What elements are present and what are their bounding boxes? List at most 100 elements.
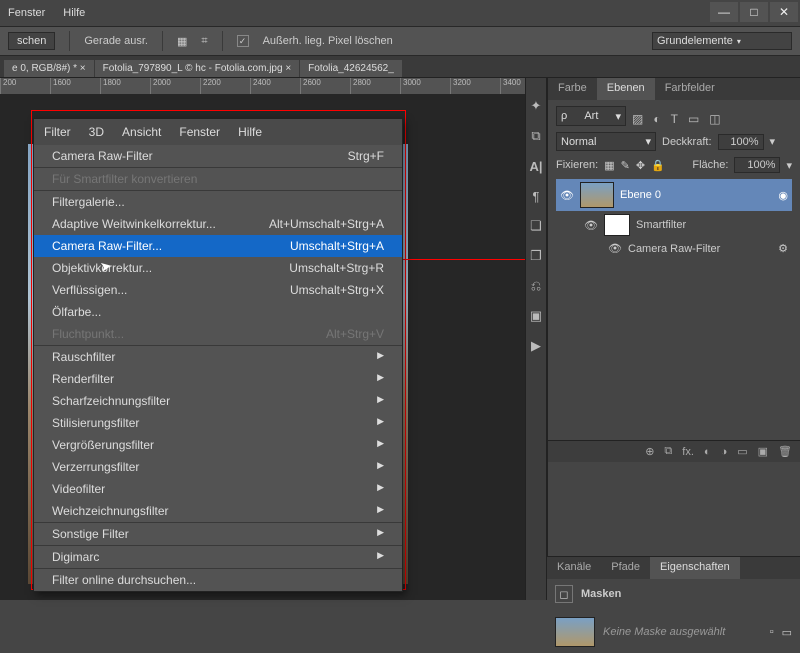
menu-item[interactable]: Adaptive Weitwinkelkorrektur...Alt+Umsch… — [34, 213, 402, 235]
menu-item[interactable]: Stilisierungsfilter▶ — [34, 412, 402, 434]
submenu-filter[interactable]: Filter — [44, 125, 71, 139]
menu-item[interactable]: Videofilter▶ — [34, 478, 402, 500]
para-styles-icon[interactable]: ❐ — [528, 248, 544, 264]
fill-label: Fläche: — [692, 159, 728, 171]
lock-paint-icon[interactable]: ✎ — [621, 159, 630, 172]
trash-icon[interactable]: 🗑 — [778, 445, 792, 458]
filter-icons[interactable]: ▨ ◐ T ▭ ◫ — [632, 112, 721, 126]
lock-label: Fixieren: — [556, 159, 598, 171]
menu-item[interactable]: Rauschfilter▶ — [34, 346, 402, 368]
brush-icon[interactable]: ✦ — [528, 98, 544, 114]
menu-item[interactable]: Weichzeichnungsfilter▶ — [34, 500, 402, 522]
smart-filter-icon[interactable]: ◫ — [709, 112, 720, 126]
adjustment-icon[interactable]: ◑ — [721, 446, 728, 458]
pixel-mask-icon[interactable]: ▫ — [770, 626, 774, 638]
close-button[interactable]: ✕ — [770, 2, 798, 22]
doc-tab[interactable]: e 0, RGB/8#) * × — [4, 60, 94, 77]
filter-options-icon[interactable]: ⚙ — [778, 242, 788, 255]
visibility-icon[interactable]: 👁 — [608, 242, 622, 255]
opacity-label: Deckkraft: — [662, 136, 712, 148]
maximize-button[interactable]: □ — [740, 2, 768, 22]
adjust-filter-icon[interactable]: ◐ — [653, 112, 660, 126]
group-icon[interactable]: ▭ — [737, 445, 747, 458]
menu-item[interactable]: Ölfarbe... — [34, 301, 402, 323]
swatches-icon[interactable]: ⧉ — [528, 128, 544, 144]
overlay-icon[interactable]: ⌗ — [201, 35, 207, 48]
app-menubar: Fenster Hilfe — [0, 0, 800, 26]
submenu-ansicht[interactable]: Ansicht — [122, 125, 161, 139]
menu-item[interactable]: Camera Raw-Filter...Umschalt+Strg+A — [34, 235, 402, 257]
image-filter-icon[interactable]: ▨ — [632, 112, 643, 126]
type-filter-icon[interactable]: T — [671, 112, 678, 126]
char-styles-icon[interactable]: ❏ — [528, 218, 544, 234]
menu-item[interactable]: Camera Raw-FilterStrg+F — [34, 145, 402, 167]
properties-panel: Kanäle Pfade Eigenschaften ◻ Masken Kein… — [547, 556, 800, 600]
tab-kanaele[interactable]: Kanäle — [547, 557, 601, 579]
layers-panel: Farbe Ebenen Farbfelder ρ Art ▾ ▨ ◐ T ▭ … — [547, 78, 800, 600]
menu-item[interactable]: Vergrößerungsfilter▶ — [34, 434, 402, 456]
delete-pixels-label: Außerh. lieg. Pixel löschen — [263, 35, 393, 47]
mask-icon[interactable]: ◐ — [704, 446, 711, 458]
menu-item[interactable]: Objektivkorrektur...Umschalt+Strg+R — [34, 257, 402, 279]
doc-tab[interactable]: Fotolia_42624562_ — [300, 60, 402, 77]
filter-menu-popup: Filter 3D Ansicht Fenster Hilfe Camera Raw-F… — [33, 118, 403, 592]
vector-mask-icon[interactable]: ▭ — [782, 626, 792, 639]
layer-camera-raw-filter[interactable]: 👁 Camera Raw-Filter ⚙ — [556, 239, 792, 258]
workspace-combo[interactable]: Grundelemente▾ — [652, 32, 792, 50]
menu-hilfe[interactable]: Hilfe — [63, 7, 85, 19]
doc-tab[interactable]: Fotolia_797890_L © hc - Fotolia.com.jpg … — [95, 60, 300, 77]
play-icon[interactable]: ▶ — [528, 338, 544, 354]
actions-icon[interactable]: ▣ — [528, 308, 544, 324]
straighten-label[interactable]: Gerade ausr. — [84, 35, 148, 47]
no-mask-text: Keine Maske ausgewählt — [603, 626, 725, 638]
layer-ebene0[interactable]: 👁 Ebene 0 ◉ — [556, 179, 792, 211]
tab-farbfelder[interactable]: Farbfelder — [655, 78, 725, 100]
history-icon[interactable]: ⎌ — [528, 278, 544, 294]
layer-kind-filter[interactable]: ρ Art ▾ — [556, 106, 626, 126]
type-icon[interactable]: A| — [528, 158, 544, 174]
new-layer-icon[interactable]: ▣ — [758, 445, 768, 458]
shape-filter-icon[interactable]: ▭ — [688, 112, 699, 126]
clear-button[interactable]: schen — [8, 32, 55, 50]
visibility-icon[interactable]: 👁 — [584, 219, 598, 232]
tab-pfade[interactable]: Pfade — [601, 557, 650, 579]
layers-footer: ⊕ ⧉ fx. ◐ ◑ ▭ ▣ 🗑 — [548, 440, 800, 462]
menu-item[interactable]: Filtergalerie... — [34, 191, 402, 213]
grid-icon[interactable]: ▦ — [177, 35, 187, 48]
opacity-value[interactable]: 100% — [718, 134, 764, 150]
tab-farbe[interactable]: Farbe — [548, 78, 597, 100]
menu-item[interactable]: Scharfzeichnungsfilter▶ — [34, 390, 402, 412]
minimize-button[interactable]: — — [710, 2, 738, 22]
lock-trans-icon[interactable]: ▦ — [604, 159, 614, 172]
menu-item[interactable]: Renderfilter▶ — [34, 368, 402, 390]
fx-icon[interactable]: fx. — [682, 446, 694, 458]
link-icon[interactable]: ⧉ — [664, 445, 672, 458]
smartobj-icon: ◉ — [778, 189, 788, 202]
mask-thumb — [604, 214, 630, 236]
fill-value[interactable]: 100% — [734, 157, 780, 173]
blend-mode-combo[interactable]: Normal▾ — [556, 132, 656, 151]
menu-item[interactable]: Digimarc▶ — [34, 546, 402, 568]
submenu-fenster[interactable]: Fenster — [179, 125, 220, 139]
lock-all-icon[interactable]: 🔒 — [651, 159, 665, 172]
menu-item[interactable]: Verzerrungsfilter▶ — [34, 456, 402, 478]
tab-eigenschaften[interactable]: Eigenschaften — [650, 557, 740, 579]
menu-item[interactable]: Verflüssigen...Umschalt+Strg+X — [34, 279, 402, 301]
menu-fenster[interactable]: Fenster — [8, 7, 45, 19]
menu-item[interactable]: Filter online durchsuchen... — [34, 569, 402, 591]
layer-thumb — [580, 182, 614, 208]
document-tabs: e 0, RGB/8#) * × Fotolia_797890_L © hc -… — [0, 56, 800, 78]
submenu-3d[interactable]: 3D — [89, 125, 104, 139]
delete-pixels-checkbox[interactable]: ✓ — [237, 35, 249, 47]
menu-item[interactable]: Sonstige Filter▶ — [34, 523, 402, 545]
layer-smartfilter-group[interactable]: 👁 Smartfilter — [556, 211, 792, 239]
visibility-icon[interactable]: 👁 — [560, 189, 574, 202]
window-controls: — □ ✕ — [710, 2, 798, 22]
lock-move-icon[interactable]: ✥ — [636, 159, 645, 172]
submenu-hilfe[interactable]: Hilfe — [238, 125, 262, 139]
panel-tabs: Farbe Ebenen Farbfelder — [548, 78, 800, 100]
paragraph-icon[interactable]: ¶ — [528, 188, 544, 204]
options-bar: schen Gerade ausr. ▦ ⌗ ✓ Außerh. lieg. P… — [0, 26, 800, 56]
tab-ebenen[interactable]: Ebenen — [597, 78, 655, 100]
menu-item: Für Smartfilter konvertieren — [34, 168, 402, 190]
